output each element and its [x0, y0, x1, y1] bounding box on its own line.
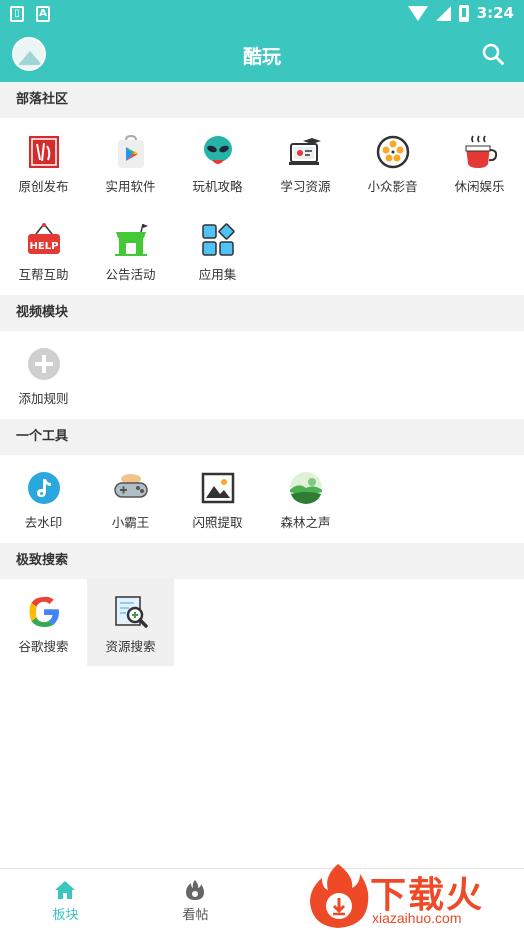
signal-icon: [435, 5, 451, 21]
grid-item-label: 谷歌搜索: [18, 639, 69, 654]
shop-stall-icon: [115, 223, 148, 256]
app-bar: 酷玩: [0, 28, 524, 82]
alien-icon: [204, 136, 232, 164]
grid-item-resource-search[interactable]: 资源搜索: [87, 578, 174, 666]
flame-icon: [186, 880, 204, 900]
grid-item-label: 原创发布: [18, 179, 69, 194]
grid-item-mutual-help[interactable]: HELP 互帮互助: [0, 206, 87, 294]
grid-item-phone-guide[interactable]: 玩机攻略: [174, 118, 261, 206]
online-course-icon: [289, 138, 321, 165]
play-store-bag-icon: [118, 134, 144, 168]
google-icon: [29, 596, 59, 627]
grid-item-label: 添加规则: [18, 391, 69, 406]
grid-item-label: 应用集: [198, 267, 237, 282]
grid-item-add-rule[interactable]: 添加规则: [0, 330, 87, 418]
grid-item-label: 休闲娱乐: [454, 179, 505, 194]
grid-item-useful-software[interactable]: 实用软件: [87, 118, 174, 206]
grid-item-label: 公告活动: [105, 267, 156, 282]
tiktok-icon: [28, 472, 60, 504]
grid-item-niche-media[interactable]: 小众影音: [349, 118, 436, 206]
calligraphy-icon: [29, 136, 59, 168]
grid-item-flash-photo-extract[interactable]: 闪照提取: [174, 454, 261, 542]
film-reel-icon: [376, 135, 410, 169]
grid-item-announcements[interactable]: 公告活动: [87, 206, 174, 294]
grid-item-label: 玩机攻略: [192, 179, 243, 194]
nav-item-boards[interactable]: 板块: [22, 869, 109, 930]
game-controller-icon: [114, 474, 148, 498]
sim-icon: ▯: [10, 6, 24, 22]
document-search-icon: [115, 596, 148, 628]
search-icon[interactable]: [482, 43, 504, 65]
grid-item-label: 实用软件: [105, 179, 156, 194]
grid-item-learning-resources[interactable]: 学习资源: [262, 118, 349, 206]
help-sign-icon: HELP: [28, 223, 60, 254]
svg-text:HELP: HELP: [30, 241, 59, 252]
grid-item-xiaobawang[interactable]: 小霸王: [87, 454, 174, 542]
section-header-search: 极致搜索: [0, 543, 524, 579]
app-grid-icon: [202, 223, 235, 256]
grid-item-label: 森林之声: [280, 515, 331, 530]
grid-item-label: 小霸王: [111, 515, 150, 530]
grid-item-label: 闪照提取: [192, 515, 243, 530]
watermark-logo: 下载火 xiazaihuo.com: [308, 862, 524, 930]
nav-item-label: 看帖: [182, 908, 209, 923]
forest-landscape-icon: [290, 472, 322, 504]
page-title: 酷玩: [242, 46, 281, 68]
grid-item-label: 互帮互助: [18, 267, 69, 282]
home-icon: [55, 881, 75, 899]
grid-item-label: 学习资源: [280, 179, 331, 194]
grid-item-forest-sound[interactable]: 森林之声: [262, 454, 349, 542]
section-header-video: 视频模块: [0, 295, 524, 331]
fire-logo-icon: [310, 864, 369, 928]
nav-item-label: 板块: [52, 908, 79, 923]
grid-item-google-search[interactable]: 谷歌搜索: [0, 578, 87, 666]
grid-item-remove-watermark[interactable]: 去水印: [0, 454, 87, 542]
picture-icon: [201, 472, 235, 504]
battery-icon: [458, 4, 469, 22]
section-header-tools: 一个工具: [0, 419, 524, 455]
section-header-community: 部落社区: [0, 82, 524, 118]
coffee-cup-icon: [465, 135, 498, 168]
grid-item-original-publish[interactable]: 原创发布: [0, 118, 87, 206]
grid-item-label: 小众影音: [367, 179, 418, 194]
wifi-icon: [407, 5, 428, 21]
a-notification-icon: A: [36, 6, 50, 22]
nav-item-posts[interactable]: 看帖: [152, 869, 239, 930]
grid-item-label: 去水印: [24, 515, 63, 530]
add-circle-icon: [28, 348, 60, 380]
watermark-url: xiazaihuo.com: [372, 910, 462, 926]
grid-item-label: 资源搜索: [105, 639, 156, 654]
status-bar: ▯ A 3:24: [0, 0, 524, 28]
grid-item-leisure[interactable]: 休闲娱乐: [436, 118, 523, 206]
status-time: 3:24: [476, 4, 514, 22]
grid-item-app-collection[interactable]: 应用集: [174, 206, 261, 294]
